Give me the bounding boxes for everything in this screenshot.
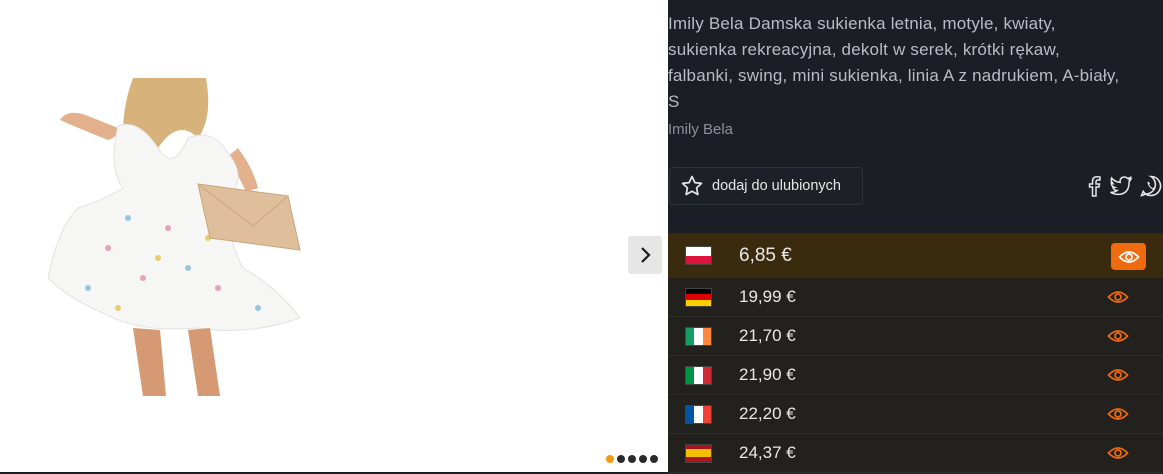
price-row-es[interactable]: 24,37 €: [668, 434, 1163, 473]
product-title: Imily Bela Damska sukienka letnia, motyl…: [668, 14, 1120, 111]
price-value: 24,37 €: [739, 443, 796, 462]
spain-flag: [685, 443, 712, 463]
germany-flag: [685, 287, 712, 307]
gallery-dot[interactable]: [606, 455, 614, 463]
poland-flag: [685, 246, 712, 265]
italy-flag: [685, 365, 712, 385]
eye-icon[interactable]: [1107, 406, 1129, 422]
eye-icon[interactable]: [1107, 289, 1129, 305]
product-info-panel: Imily Bela Damska sukienka letnia, motyl…: [668, 0, 1163, 474]
product-brand[interactable]: Imily Bela: [668, 121, 733, 138]
product-image[interactable]: [48, 78, 304, 396]
social-share: [1085, 174, 1163, 198]
price-row-it[interactable]: 21,90 €: [668, 356, 1163, 395]
price-value: 22,20 €: [739, 404, 796, 423]
whatsapp-icon[interactable]: [1139, 174, 1163, 198]
eye-icon: [1117, 250, 1140, 263]
price-row-fr[interactable]: 22,20 €: [668, 395, 1163, 434]
add-to-favorites-label: dodaj do ulubionych: [712, 178, 841, 194]
chevron-right-icon: [641, 247, 651, 263]
add-to-favorites-button[interactable]: dodaj do ulubionych: [669, 167, 863, 205]
price-row-ie[interactable]: 21,70 €: [668, 317, 1163, 356]
eye-icon[interactable]: [1107, 367, 1129, 383]
facebook-icon[interactable]: [1085, 174, 1103, 198]
price-value: 21,70 €: [739, 326, 796, 345]
price-row-de[interactable]: 19,99 €: [668, 278, 1163, 317]
gallery-dot[interactable]: [650, 455, 658, 463]
gallery-pagination-dots: [606, 455, 658, 463]
price-row-pl[interactable]: 6,85 €: [668, 233, 1163, 278]
price-value: 6,85 €: [739, 244, 792, 266]
star-outline-icon: [680, 174, 704, 198]
price-value: 21,90 €: [739, 365, 796, 384]
next-image-button[interactable]: [628, 236, 662, 274]
france-flag: [685, 404, 712, 424]
ireland-flag: [685, 326, 712, 346]
price-value: 19,99 €: [739, 287, 796, 306]
eye-icon[interactable]: [1107, 328, 1129, 344]
gallery-dot[interactable]: [617, 455, 625, 463]
eye-icon[interactable]: [1107, 445, 1129, 461]
gallery-dot[interactable]: [639, 455, 647, 463]
gallery-dot[interactable]: [628, 455, 636, 463]
view-offer-button[interactable]: [1111, 243, 1146, 270]
twitter-icon[interactable]: [1109, 175, 1133, 197]
price-comparison-list: 6,85 € 19,99 € 21,70 € 21,90 € 22,20 € 2…: [668, 233, 1163, 473]
product-gallery: [0, 0, 668, 474]
